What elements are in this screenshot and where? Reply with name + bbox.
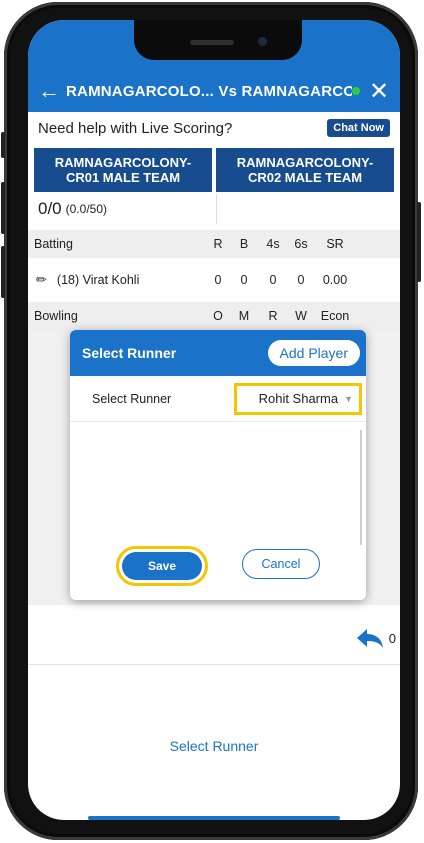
power-button	[417, 202, 421, 282]
speaker	[190, 40, 234, 45]
runner-dropdown[interactable]: Rohit Sharma ▼	[234, 382, 362, 415]
modal-header: Select Runner Add Player	[70, 330, 366, 376]
teams-row: RAMNAGARCOLONY-CR01 MALE TEAM RAMNAGARCO…	[34, 148, 394, 192]
stat-4s: 0	[269, 273, 277, 287]
undo-icon[interactable]	[355, 626, 385, 650]
batting-label: Batting	[34, 237, 73, 251]
score-row: 0/0 (0.0/50)	[34, 194, 394, 224]
modal-scrollbar[interactable]	[360, 430, 362, 545]
col-w: W	[295, 309, 307, 323]
col-econ: Econ	[320, 309, 350, 323]
batting-header: Batting R B 4s 6s SR	[28, 230, 400, 258]
runner-field-label: Select Runner	[92, 391, 172, 406]
col-bowl-r: R	[268, 309, 278, 323]
undo-control[interactable]: 0	[355, 626, 396, 650]
batsman-stats: 0 0 0 0 0.00	[206, 273, 356, 287]
volume-up-button	[1, 182, 5, 234]
team-card-1[interactable]: RAMNAGARCOLONY-CR01 MALE TEAM	[34, 148, 212, 192]
stat-6s: 0	[297, 273, 305, 287]
bowling-header: Bowling O M R W Econ	[28, 302, 400, 330]
bottom-indicator	[88, 816, 340, 820]
save-button[interactable]: Save	[122, 552, 202, 580]
team-card-2[interactable]: RAMNAGARCOLONY-CR02 MALE TEAM	[216, 148, 394, 192]
runner-selected-value: Rohit Sharma	[258, 391, 339, 406]
match-title: RAMNAGARCOLO... Vs RAMNAGARCOLO.	[66, 82, 352, 100]
bowling-label: Bowling	[34, 309, 78, 323]
modal-title: Select Runner	[82, 345, 177, 361]
mute-switch	[1, 132, 5, 158]
batsman-row[interactable]: ✏ (18) Virat Kohli 0 0 0 0 0.00	[28, 263, 400, 297]
col-4s: 4s	[266, 237, 280, 251]
divider	[28, 664, 400, 665]
bowling-columns: O M R W Econ	[206, 309, 356, 323]
close-icon[interactable]: ✕	[368, 77, 390, 106]
col-sr: SR	[326, 237, 344, 251]
help-row: Need help with Live Scoring? Chat Now	[28, 112, 400, 144]
select-runner-modal: Select Runner Add Player Select Runner R…	[70, 330, 366, 600]
camera	[258, 37, 267, 46]
col-m: M	[238, 309, 250, 323]
select-runner-link[interactable]: Select Runner	[28, 738, 400, 754]
batting-columns: R B 4s 6s SR	[206, 237, 356, 251]
chat-now-button[interactable]: Chat Now	[327, 119, 390, 137]
stat-sr: 0.00	[322, 273, 348, 287]
score-overs: (0.0/50)	[65, 202, 107, 216]
stat-b: 0	[240, 273, 248, 287]
col-o: O	[213, 309, 223, 323]
add-player-button[interactable]: Add Player	[267, 340, 360, 366]
live-status-dot	[352, 87, 360, 95]
cancel-button[interactable]: Cancel	[242, 549, 320, 579]
help-text: Need help with Live Scoring?	[38, 119, 233, 137]
modal-actions: Save Cancel	[70, 546, 366, 586]
col-b: B	[239, 237, 249, 251]
score-runs: 0/0	[38, 199, 62, 218]
pencil-icon[interactable]: ✏	[36, 272, 47, 288]
batsman-name: (18) Virat Kohli	[56, 273, 140, 287]
col-r: R	[213, 237, 223, 251]
notch	[134, 20, 302, 60]
team-2-score	[217, 194, 395, 224]
volume-down-button	[1, 246, 5, 298]
runner-row: Select Runner Rohit Sharma ▼	[70, 376, 366, 422]
save-highlight: Save	[116, 546, 208, 586]
back-arrow-icon[interactable]: ←	[38, 78, 60, 104]
team-1-score: 0/0 (0.0/50)	[34, 194, 217, 224]
app-header: ← RAMNAGARCOLO... Vs RAMNAGARCOLO. ✕	[28, 70, 400, 112]
phone-frame: ← RAMNAGARCOLO... Vs RAMNAGARCOLO. ✕ Nee…	[1, 2, 421, 840]
dropdown-caret-icon: ▼	[344, 393, 353, 404]
col-6s: 6s	[294, 237, 308, 251]
app-screen: ← RAMNAGARCOLO... Vs RAMNAGARCOLO. ✕ Nee…	[28, 20, 400, 820]
stat-r: 0	[214, 273, 222, 287]
undo-count: 0	[388, 630, 396, 646]
